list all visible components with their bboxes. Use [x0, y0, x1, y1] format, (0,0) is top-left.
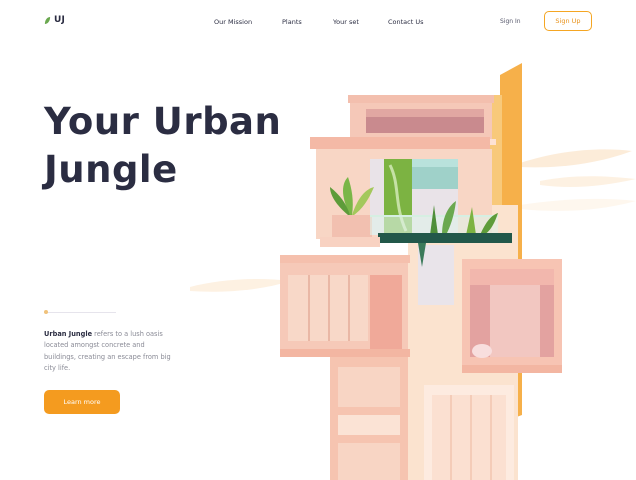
building-illustration [190, 63, 636, 480]
sign-up-button[interactable]: Sign Up [544, 11, 592, 31]
nav-contact-us[interactable]: Contact Us [388, 18, 424, 26]
hero-description-bold: Urban Jungle [44, 329, 93, 338]
learn-more-button[interactable]: Learn more [44, 390, 120, 414]
main-nav: Our Mission Plants Your set Contact Us [0, 18, 636, 30]
hero-description: Urban Jungle refers to a lush oasis loca… [44, 329, 176, 375]
nav-our-mission[interactable]: Our Mission [214, 18, 252, 26]
divider-dot [44, 310, 48, 314]
divider-line [44, 312, 116, 313]
nav-plants[interactable]: Plants [282, 18, 302, 26]
nav-your-set[interactable]: Your set [333, 18, 359, 26]
sign-in-link[interactable]: Sign In [500, 18, 521, 25]
